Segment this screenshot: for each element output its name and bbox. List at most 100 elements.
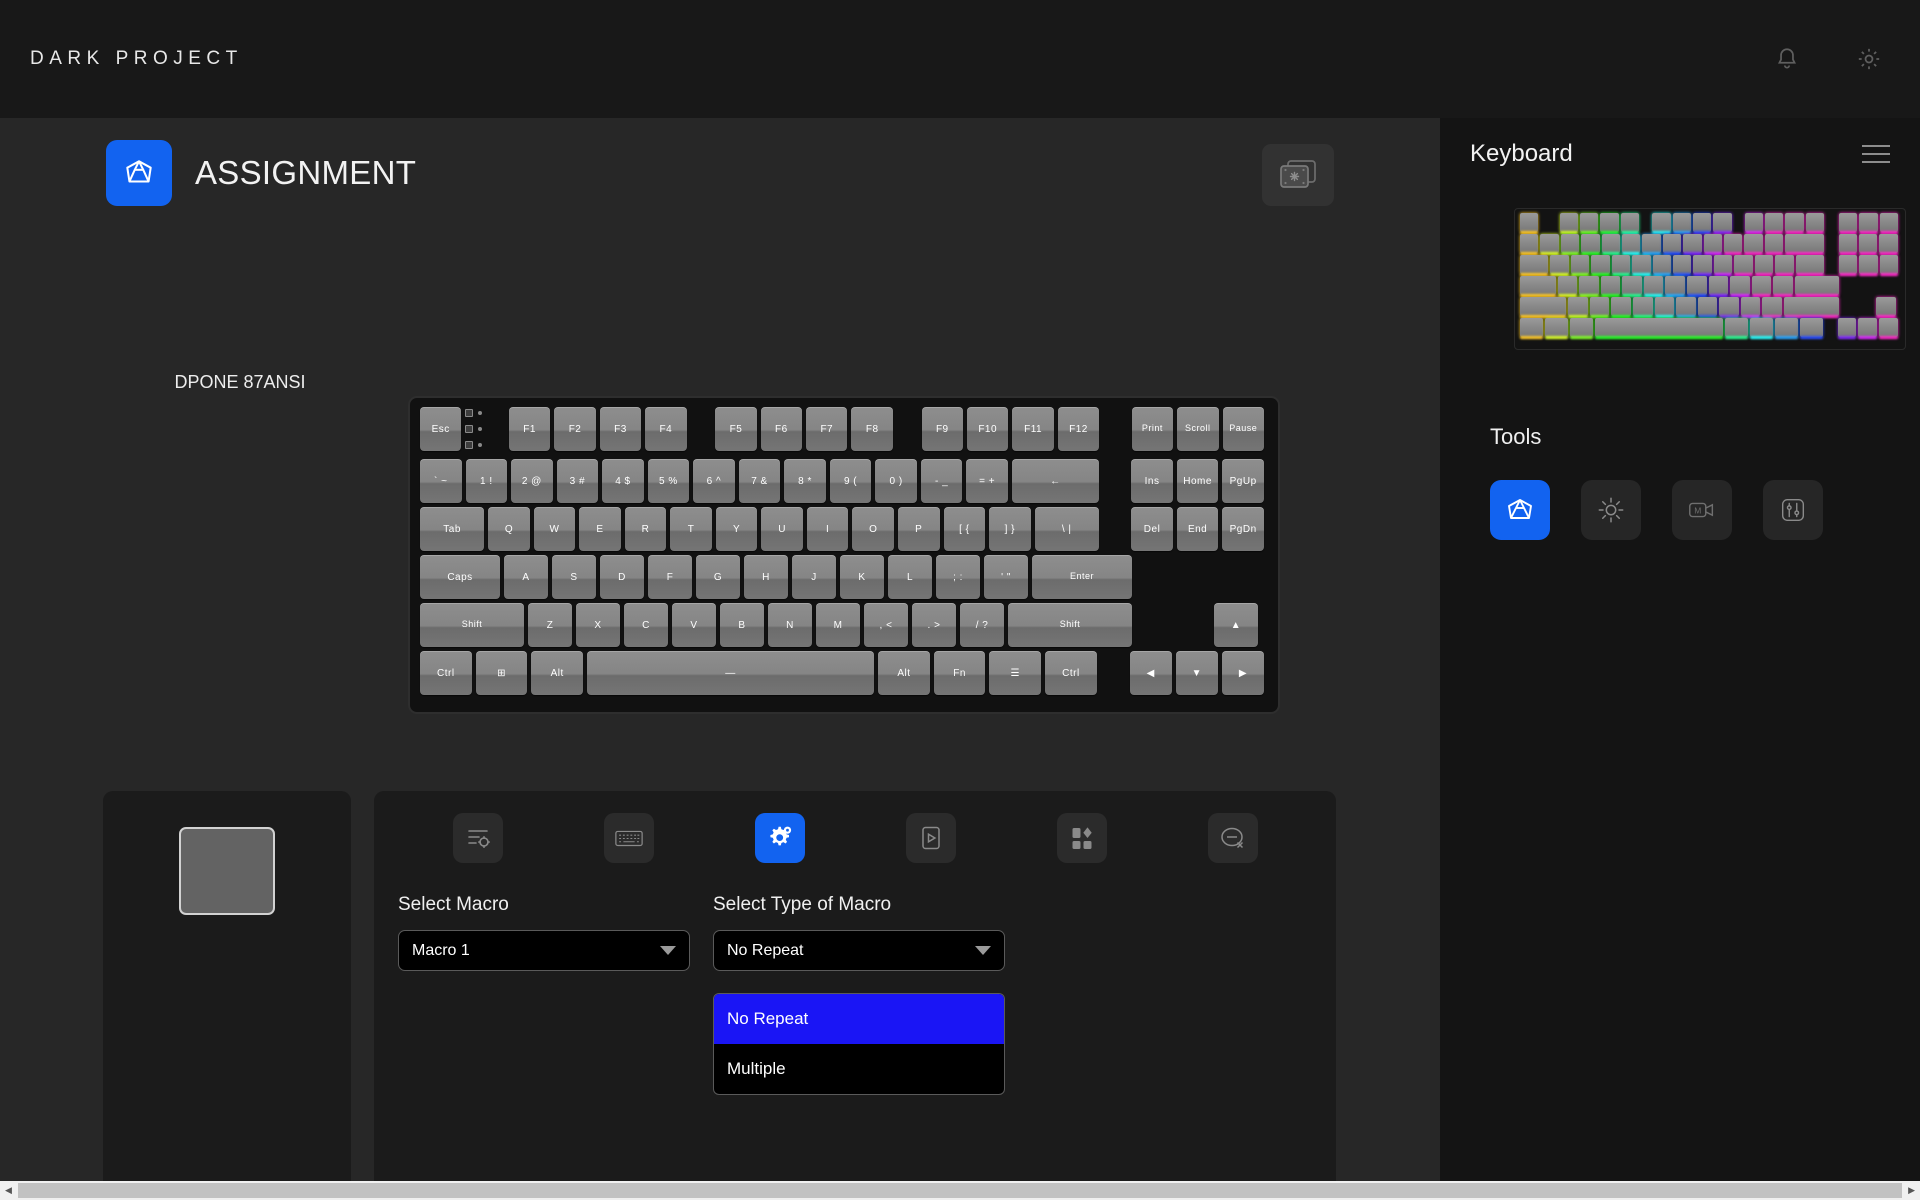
key-e[interactable]: E <box>579 507 621 551</box>
key-f6[interactable]: F6 <box>760 407 803 451</box>
key-f11[interactable]: F11 <box>1012 407 1054 451</box>
key-f12[interactable]: F12 <box>1057 407 1100 451</box>
key-f1[interactable]: F1 <box>508 407 551 451</box>
selected-keycap-preview[interactable] <box>179 827 275 915</box>
key-◀[interactable]: ◀ <box>1129 651 1172 695</box>
key-esc[interactable]: Esc <box>420 407 462 451</box>
key-[{[interactable]: [ { <box>943 507 986 551</box>
key-f5[interactable]: F5 <box>715 407 757 451</box>
key-/?[interactable]: / ? <box>960 603 1004 647</box>
option-no-repeat[interactable]: No Repeat <box>714 994 1004 1044</box>
key-pgup[interactable]: PgUp <box>1222 459 1264 503</box>
key-4$[interactable]: 4 $ <box>602 459 644 503</box>
profiles-layers-icon[interactable] <box>1262 144 1334 206</box>
key-▼[interactable]: ▼ <box>1175 651 1218 695</box>
key-caps[interactable]: Caps <box>420 555 500 599</box>
key-pgdn[interactable]: PgDn <box>1222 507 1264 551</box>
key-6^[interactable]: 6 ^ <box>693 459 735 503</box>
key-c[interactable]: C <box>624 603 668 647</box>
bell-icon[interactable] <box>1774 46 1800 72</box>
key-n[interactable]: N <box>768 603 812 647</box>
key-fn[interactable]: Fn <box>933 651 986 695</box>
key-f7[interactable]: F7 <box>806 407 848 451</box>
keyboard-visualizer[interactable]: Esc F1 F2 F3 F4 F5 F6 F7 F8 F9 F10 F11 F12 Print Scrol… <box>408 396 1280 714</box>
macro-video-icon[interactable]: M <box>1672 480 1732 540</box>
key-m[interactable]: M <box>816 603 860 647</box>
key-home[interactable]: Home <box>1176 459 1219 503</box>
key-pause[interactable]: Pause <box>1222 407 1264 451</box>
key-f4[interactable]: F4 <box>645 407 687 451</box>
key-r[interactable]: R <box>624 507 667 551</box>
key-☰[interactable]: ☰ <box>989 651 1042 695</box>
apps-grid-icon[interactable] <box>1056 813 1107 863</box>
key-▲[interactable]: ▲ <box>1214 603 1258 647</box>
key-s[interactable]: S <box>552 555 596 599</box>
key-2@[interactable]: 2 @ <box>511 459 553 503</box>
key-shift[interactable]: Shift <box>1008 603 1132 647</box>
sliders-gear-icon[interactable] <box>452 813 503 863</box>
key--_[interactable]: - _ <box>920 459 963 503</box>
scroll-right-arrow[interactable]: ▶ <box>1908 1185 1915 1196</box>
key-del[interactable]: Del <box>1131 507 1173 551</box>
key-f9[interactable]: F9 <box>921 407 963 451</box>
key-v[interactable]: V <box>672 603 716 647</box>
equalizer-sliders-icon[interactable] <box>1763 480 1823 540</box>
key-end[interactable]: End <box>1176 507 1219 551</box>
key-1![interactable]: 1 ! <box>465 459 508 503</box>
key-g[interactable]: G <box>696 555 740 599</box>
key-a[interactable]: A <box>504 555 548 599</box>
key-`~[interactable]: ` ~ <box>420 459 462 503</box>
key-;:[interactable]: ; : <box>936 555 980 599</box>
key-'"[interactable]: ' " <box>984 555 1028 599</box>
key-print[interactable]: Print <box>1131 407 1174 451</box>
option-multiple[interactable]: Multiple <box>714 1044 1004 1094</box>
key-9([interactable]: 9 ( <box>829 459 872 503</box>
key-t[interactable]: T <box>670 507 712 551</box>
scrollbar-thumb[interactable] <box>18 1183 1902 1198</box>
key-i[interactable]: I <box>806 507 849 551</box>
key-enter[interactable]: Enter <box>1032 555 1132 599</box>
key-d[interactable]: D <box>600 555 644 599</box>
key-tab[interactable]: Tab <box>420 507 485 551</box>
key-ctrl[interactable]: Ctrl <box>1045 651 1097 695</box>
hamburger-menu-icon[interactable] <box>1862 145 1890 163</box>
key-b[interactable]: B <box>720 603 764 647</box>
gear-plus-icon[interactable] <box>754 813 805 863</box>
key-f[interactable]: F <box>648 555 692 599</box>
media-play-icon[interactable] <box>905 813 956 863</box>
disable-x-icon[interactable] <box>1207 813 1258 863</box>
key-k[interactable]: K <box>840 555 884 599</box>
key-p[interactable]: P <box>897 507 940 551</box>
key-=+[interactable]: = + <box>966 459 1008 503</box>
select-type-dropdown[interactable]: No Repeat <box>713 930 1005 971</box>
key-h[interactable]: H <box>744 555 788 599</box>
key-f10[interactable]: F10 <box>967 407 1009 451</box>
key-x[interactable]: X <box>576 603 620 647</box>
key-f3[interactable]: F3 <box>599 407 642 451</box>
key-\|[interactable]: \ | <box>1034 507 1099 551</box>
key-▶[interactable]: ▶ <box>1221 651 1264 695</box>
key-,<[interactable]: , < <box>864 603 908 647</box>
horizontal-scrollbar[interactable]: ◀ ▶ <box>0 1181 1920 1200</box>
key-z[interactable]: Z <box>528 603 572 647</box>
key-]}[interactable]: ] } <box>989 507 1031 551</box>
key-.>[interactable]: . > <box>912 603 956 647</box>
keyboard-thumbnail[interactable] <box>1514 208 1906 350</box>
keycap-assignment-tool[interactable] <box>1490 480 1550 540</box>
key-y[interactable]: Y <box>715 507 758 551</box>
key-scroll[interactable]: Scroll <box>1177 407 1219 451</box>
key-—[interactable]: — <box>587 651 875 695</box>
key-shift[interactable]: Shift <box>420 603 524 647</box>
sun-brightness-icon[interactable] <box>1581 480 1641 540</box>
key-f2[interactable]: F2 <box>554 407 596 451</box>
scroll-left-arrow[interactable]: ◀ <box>5 1185 12 1196</box>
key-ctrl[interactable]: Ctrl <box>420 651 472 695</box>
select-type-options-list[interactable]: No Repeat Multiple <box>713 993 1005 1095</box>
key-←[interactable]: ← <box>1011 459 1099 503</box>
key-w[interactable]: W <box>533 507 576 551</box>
key-j[interactable]: J <box>792 555 836 599</box>
key-3#[interactable]: 3 # <box>556 459 599 503</box>
gear-icon[interactable] <box>1856 46 1882 72</box>
key-ins[interactable]: Ins <box>1131 459 1173 503</box>
key-7&[interactable]: 7 & <box>738 459 781 503</box>
